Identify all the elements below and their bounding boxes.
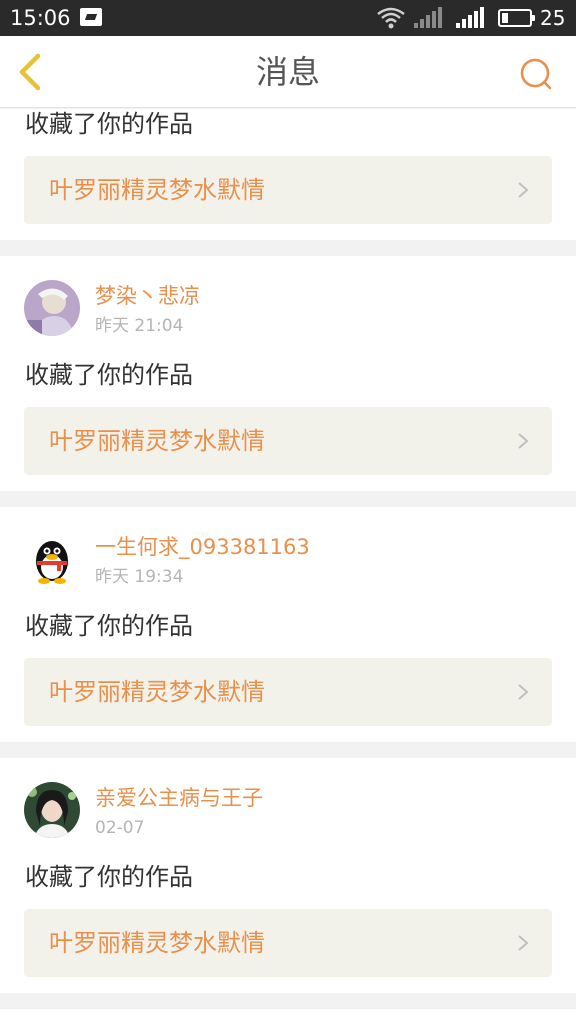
header-bar: 消息 xyxy=(0,36,576,108)
work-title: 叶罗丽精灵梦水默情 xyxy=(49,176,265,204)
user-name[interactable]: 梦染丶悲凉 xyxy=(95,283,200,309)
avatar[interactable] xyxy=(24,531,80,587)
avatar[interactable] xyxy=(24,782,80,838)
message-card: 一生何求_093381163 昨天 19:34 收藏了你的作品 叶罗丽精灵梦水默… xyxy=(0,507,576,742)
action-text: 收藏了你的作品 xyxy=(25,361,193,389)
action-text: 收藏了你的作品 xyxy=(25,612,193,640)
timestamp: 昨天 19:34 xyxy=(95,567,184,587)
chevron-right-icon xyxy=(518,935,529,951)
status-bar: 15:06 25 xyxy=(0,0,576,36)
work-link[interactable]: 叶罗丽精灵梦水默情 xyxy=(24,658,552,726)
search-button[interactable] xyxy=(516,54,556,94)
message-list[interactable]: 收藏了你的作品 叶罗丽精灵梦水默情 梦染丶悲凉 昨天 21:04 收藏了你的作品… xyxy=(0,109,576,1024)
message-card xyxy=(0,1009,576,1024)
work-title: 叶罗丽精灵梦水默情 xyxy=(49,427,265,455)
chevron-right-icon xyxy=(518,684,529,700)
chevron-left-icon xyxy=(19,53,41,91)
work-title: 叶罗丽精灵梦水默情 xyxy=(49,929,265,957)
penguin-avatar-icon xyxy=(24,531,80,587)
battery-level: 25 xyxy=(540,6,566,30)
message-card: 收藏了你的作品 叶罗丽精灵梦水默情 xyxy=(0,109,576,240)
avatar[interactable] xyxy=(24,280,80,336)
image-notification-icon xyxy=(80,8,102,26)
user-name[interactable]: 亲爱公主病与王子 xyxy=(95,785,263,811)
timestamp: 昨天 21:04 xyxy=(95,316,184,336)
chevron-right-icon xyxy=(518,433,529,449)
chevron-right-icon xyxy=(518,182,529,198)
back-button[interactable] xyxy=(10,50,54,94)
work-link[interactable]: 叶罗丽精灵梦水默情 xyxy=(24,909,552,977)
user-avatar-icon xyxy=(24,782,80,838)
message-card: 亲爱公主病与王子 02-07 收藏了你的作品 叶罗丽精灵梦水默情 xyxy=(0,758,576,993)
work-link[interactable]: 叶罗丽精灵梦水默情 xyxy=(24,407,552,475)
work-link[interactable]: 叶罗丽精灵梦水默情 xyxy=(24,156,552,224)
work-title: 叶罗丽精灵梦水默情 xyxy=(49,678,265,706)
battery-icon xyxy=(498,9,535,27)
signal-icon xyxy=(456,7,484,28)
wifi-icon xyxy=(377,7,405,29)
page-title: 消息 xyxy=(255,53,320,91)
user-avatar-icon xyxy=(24,280,80,336)
search-icon xyxy=(520,58,552,90)
message-card: 梦染丶悲凉 昨天 21:04 收藏了你的作品 叶罗丽精灵梦水默情 xyxy=(0,256,576,491)
action-text: 收藏了你的作品 xyxy=(25,863,193,891)
user-name[interactable]: 一生何求_093381163 xyxy=(95,534,310,560)
timestamp: 02-07 xyxy=(95,818,145,838)
signal-empty-icon xyxy=(414,7,442,28)
action-text: 收藏了你的作品 xyxy=(25,110,193,138)
status-time: 15:06 xyxy=(10,6,71,30)
